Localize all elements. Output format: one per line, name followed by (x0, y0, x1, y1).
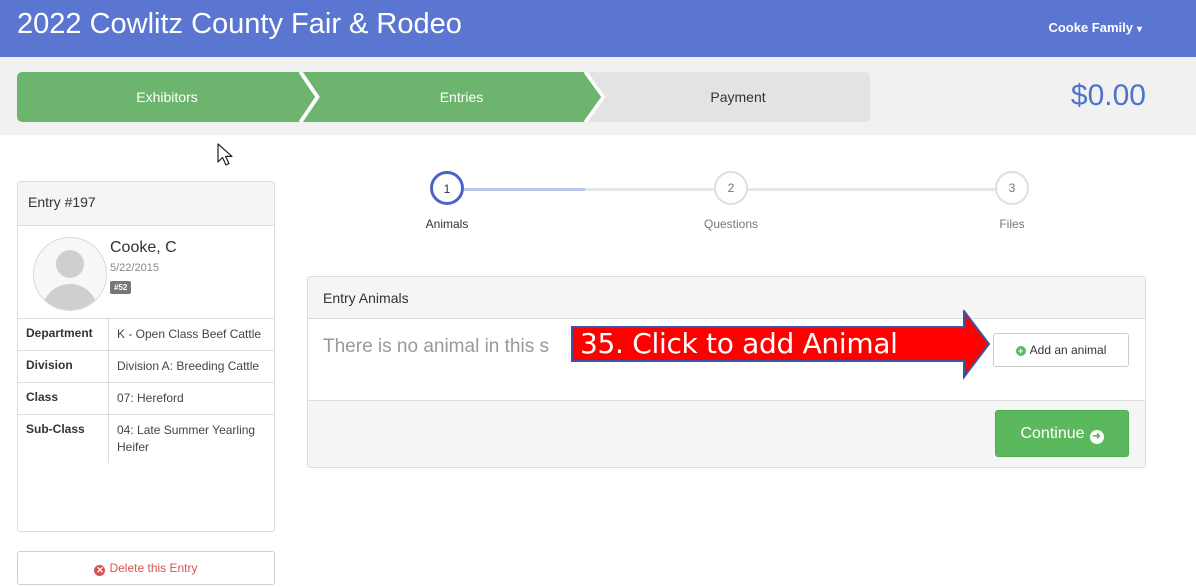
continue-label: Continue (1020, 425, 1085, 442)
table-row: Division Division A: Breeding Cattle (18, 350, 274, 383)
continue-button[interactable]: Continue ➜ (995, 410, 1129, 457)
wizard-step-entries[interactable]: Entries (320, 89, 603, 105)
step-progress-line (747, 188, 995, 191)
field-value-division: Division A: Breeding Cattle (108, 350, 274, 383)
plus-circle-icon: + (1015, 346, 1026, 356)
entry-number: Entry #197 (18, 182, 274, 226)
table-row: Sub-Class 04: Late Summer Yearling Heife… (18, 414, 274, 463)
field-label-subclass: Sub-Class (18, 414, 109, 463)
top-navbar: 2022 Cowlitz County Fair & Rodeo Cooke F… (0, 0, 1196, 57)
exhibitor-profile: Cooke, C 5/22/2015 #52 (18, 226, 274, 319)
entry-step-indicator: 1 2 3 Animals Questions Files (400, 168, 1050, 238)
wizard-step-payment[interactable]: Payment (606, 89, 870, 105)
entry-animals-footer: Continue ➜ (308, 401, 1145, 467)
user-menu-label: Cooke Family (1048, 20, 1133, 35)
field-label-class: Class (18, 382, 109, 415)
step-3-circle[interactable]: 3 (995, 171, 1029, 205)
add-animal-button[interactable]: + Add an animal (993, 333, 1129, 367)
exhibitor-number-badge: #52 (110, 281, 132, 294)
avatar-head (56, 250, 84, 278)
entry-details-table: Department K - Open Class Beef Cattle Di… (18, 319, 274, 463)
add-animal-label: Add an animal (1029, 343, 1107, 357)
step-2-label: Questions (703, 217, 759, 231)
entry-summary-panel: Entry #197 Cooke, C 5/22/2015 #52 Depart… (17, 181, 275, 532)
exhibitor-name: Cooke, C (110, 239, 177, 256)
field-value-subclass: 04: Late Summer Yearling Heifer (108, 414, 274, 463)
exhibitor-birthdate: 5/22/2015 (110, 262, 159, 274)
step-progress-line-active (464, 188, 585, 191)
delete-entry-button[interactable]: ✕ Delete this Entry (17, 551, 275, 585)
caret-down-icon: ▾ (1136, 24, 1142, 35)
delete-entry-label: Delete this Entry (109, 561, 198, 575)
arrow-right-circle-icon: ➜ (1089, 430, 1104, 444)
field-value-class: 07: Hereford (108, 382, 274, 415)
step-1-label: Animals (425, 217, 469, 231)
field-label-division: Division (18, 350, 109, 383)
mouse-pointer-icon (217, 143, 233, 166)
step-2-circle[interactable]: 2 (714, 171, 748, 205)
wizard-step-exhibitors[interactable]: Exhibitors (17, 89, 317, 105)
table-row: Class 07: Hereford (18, 382, 274, 415)
remove-circle-icon: ✕ (94, 565, 106, 576)
step-3-label: Files (999, 217, 1025, 231)
avatar-body (42, 284, 98, 310)
site-title[interactable]: 2022 Cowlitz County Fair & Rodeo (17, 8, 462, 41)
table-row: Department K - Open Class Beef Cattle (18, 319, 274, 351)
user-menu[interactable]: Cooke Family ▾ (1048, 20, 1142, 35)
avatar (33, 237, 107, 311)
field-value-department: K - Open Class Beef Cattle (117, 327, 262, 341)
annotation-text: 35. Click to add Animal (580, 327, 898, 360)
checkout-wizard: Exhibitors Entries Payment (17, 72, 870, 122)
empty-animals-message: There is no animal in this s (323, 336, 549, 357)
cart-total: $0.00 (1070, 79, 1146, 112)
field-label-department: Department (18, 319, 109, 351)
step-progress-line (585, 188, 716, 191)
step-1-circle[interactable]: 1 (430, 171, 464, 205)
